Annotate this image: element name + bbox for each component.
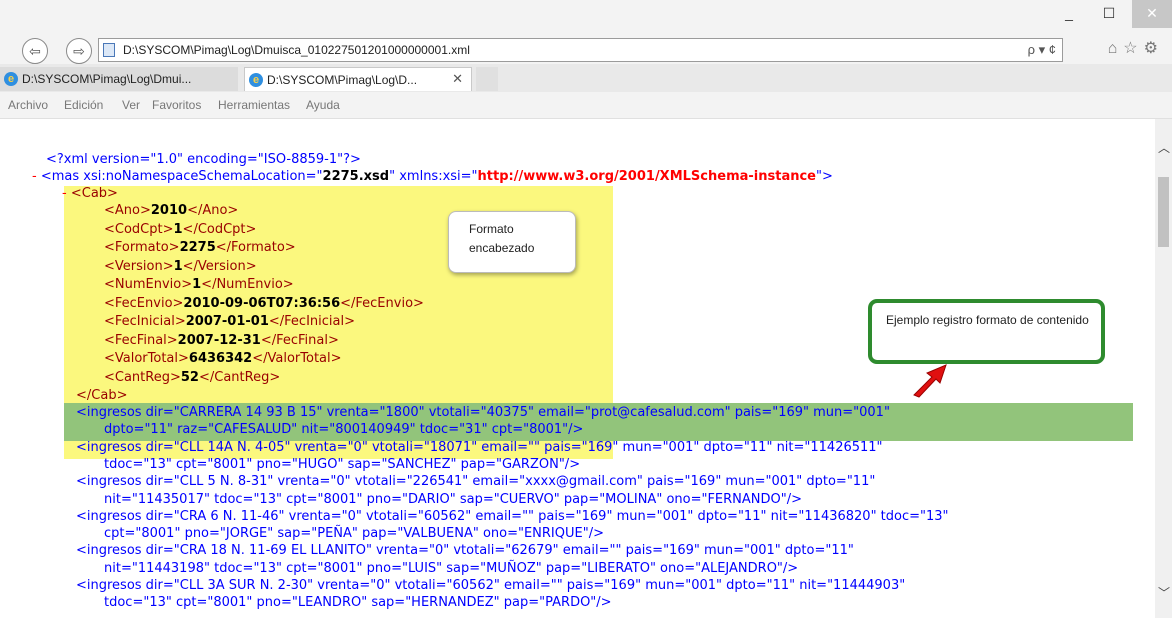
scroll-down-icon[interactable]: ﹀: [1158, 584, 1170, 601]
menu-herramientas[interactable]: Herramientas: [218, 98, 290, 112]
collapse-toggle[interactable]: -: [32, 169, 37, 184]
cab-field: <ValorTotal>6436342</ValorTotal>: [104, 351, 342, 366]
red-arrow-icon: [913, 364, 947, 398]
new-tab-button[interactable]: [476, 67, 498, 91]
collapse-toggle[interactable]: -: [62, 186, 67, 201]
ingresos-continuation: cpt="8001" pno="JORGE" sap="PEÑA" pap="V…: [104, 526, 604, 542]
ingresos-record: <ingresos dir="CLL 3A SUR N. 2-30" vrent…: [76, 578, 906, 593]
cab-close: </Cab>: [76, 388, 128, 403]
minimize-button[interactable]: _: [1052, 0, 1086, 28]
menu-archivo[interactable]: Archivo: [8, 98, 48, 112]
address-row: ⇦ ⇨ D:\SYSCOM\Pimag\Log\Dmuisca_01022750…: [0, 34, 1172, 64]
menu-bar: Archivo Edición Ver Favoritos Herramient…: [0, 92, 1172, 119]
search-refresh-icons[interactable]: ρ ▾ ¢: [1028, 39, 1056, 61]
title-bar: _ ☐ ✕: [0, 0, 1172, 34]
cab-field: <Ano>2010</Ano>: [104, 203, 239, 218]
ingresos-record: <ingresos dir="CLL 14A N. 4-05" vrenta="…: [76, 439, 883, 455]
menu-favoritos[interactable]: Favoritos: [152, 98, 201, 112]
cab-field: <Version>1</Version>: [104, 258, 257, 274]
forward-button[interactable]: ⇨: [66, 38, 92, 64]
callout-content: Ejemplo registro formato de contenido: [868, 299, 1105, 364]
xml-declaration: <?xml version="1.0" encoding="ISO-8859-1…: [46, 152, 361, 167]
cab-open: - <Cab>: [62, 186, 118, 201]
cab-field: <Formato>2275</Formato>: [104, 240, 296, 255]
vertical-scrollbar[interactable]: ︿ ﹀: [1155, 119, 1172, 618]
tab-row: e D:\SYSCOM\Pimag\Log\Dmui... e D:\SYSCO…: [0, 64, 1172, 93]
tab-title: D:\SYSCOM\Pimag\Log\Dmui...: [22, 72, 192, 86]
close-tab-icon[interactable]: ✕: [452, 68, 463, 92]
address-bar[interactable]: D:\SYSCOM\Pimag\Log\Dmuisca_010227501201…: [98, 38, 1063, 62]
address-url: D:\SYSCOM\Pimag\Log\Dmuisca_010227501201…: [123, 43, 470, 57]
cab-field: <FecEnvio>2010-09-06T07:36:56</FecEnvio>: [104, 295, 424, 311]
menu-edicion[interactable]: Edición: [64, 98, 103, 112]
xml-root: - <mas xsi:noNamespaceSchemaLocation="22…: [32, 169, 833, 184]
ie-icon: e: [249, 73, 263, 87]
ingresos-continuation: tdoc="13" cpt="8001" pno="HUGO" sap="SAN…: [104, 456, 581, 472]
home-favorites-settings-icons[interactable]: ⌂☆⚙: [1108, 38, 1164, 58]
scroll-thumb[interactable]: [1158, 177, 1169, 247]
menu-ver[interactable]: Ver: [122, 98, 140, 112]
ingresos-continuation: nit="11435017" tdoc="13" cpt="8001" pno=…: [104, 491, 803, 507]
back-button[interactable]: ⇦: [22, 38, 48, 64]
maximize-button[interactable]: ☐: [1092, 0, 1126, 28]
ingresos-record: <ingresos dir="CLL 5 N. 8-31" vrenta="0"…: [76, 474, 876, 490]
ingresos-record: <ingresos dir="CRA 6 N. 11-46" vrenta="0…: [76, 508, 949, 524]
cab-field: <FecInicial>2007-01-01</FecInicial>: [104, 314, 355, 329]
tab-title: D:\SYSCOM\Pimag\Log\D...: [267, 73, 418, 87]
ingresos-record: <ingresos dir="CARRERA 14 93 B 15" vrent…: [76, 405, 890, 420]
menu-ayuda[interactable]: Ayuda: [306, 98, 340, 112]
xml-viewer: <?xml version="1.0" encoding="ISO-8859-1…: [0, 119, 1155, 618]
close-window-button[interactable]: ✕: [1132, 0, 1172, 28]
ingresos-continuation: nit="11443198" tdoc="13" cpt="8001" pno=…: [104, 560, 799, 576]
ie-icon: e: [4, 72, 18, 86]
scroll-up-icon[interactable]: ︿: [1158, 139, 1170, 156]
page-icon: [103, 43, 115, 57]
cab-field: <NumEnvio>1</NumEnvio>: [104, 277, 294, 292]
cab-field: <CodCpt>1</CodCpt>: [104, 221, 257, 237]
ingresos-record: <ingresos dir="CRA 18 N. 11-69 EL LLANIT…: [76, 543, 854, 559]
ingresos-continuation: tdoc="13" cpt="8001" pno="LEANDRO" sap="…: [104, 595, 612, 611]
tab-1[interactable]: e D:\SYSCOM\Pimag\Log\Dmui...: [0, 67, 238, 91]
callout-header: Formato encabezado: [448, 211, 576, 273]
tab-2-active[interactable]: e D:\SYSCOM\Pimag\Log\D... ✕: [244, 67, 472, 91]
cab-field: <CantReg>52</CantReg>: [104, 369, 281, 385]
cab-field: <FecFinal>2007-12-31</FecFinal>: [104, 332, 339, 348]
ingresos-continuation: dpto="11" raz="CAFESALUD" nit="800140949…: [104, 422, 584, 438]
